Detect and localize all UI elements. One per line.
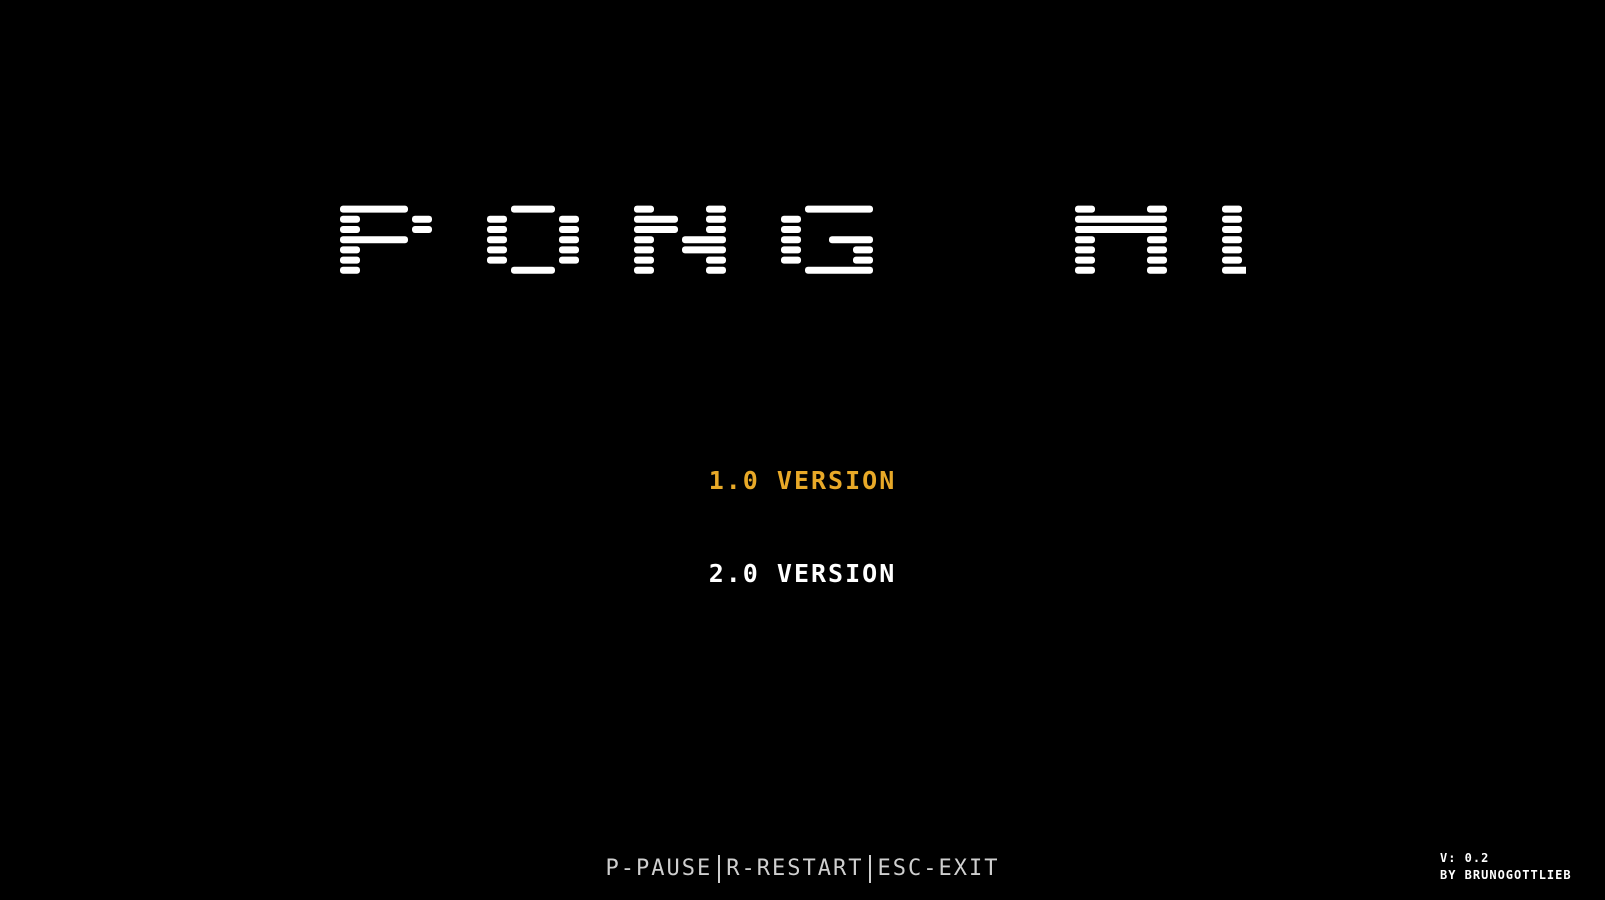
title-pixel-bar: [412, 226, 432, 233]
title-pixel-bar: [682, 236, 726, 244]
title-pixel-bar: [340, 215, 360, 223]
title-pixel-bar: [634, 246, 654, 254]
title-pixel-bar: [340, 236, 408, 244]
title-pixel-bar: [1075, 246, 1095, 254]
title-pixel-bar: [634, 215, 678, 223]
title-pixel-bar: [1075, 215, 1167, 223]
title-pixel-bar: [1075, 236, 1095, 244]
title-pixel-bar: [634, 226, 678, 233]
title-pixel-bar: [1147, 256, 1167, 264]
title-pixel-bar: [781, 256, 801, 264]
title-pixel-bar: [706, 256, 726, 264]
title-pixel-bar: [1222, 246, 1242, 254]
title-pixel-bar: [1075, 226, 1167, 233]
title-pixel-bar: [487, 236, 507, 244]
title-pixel-bar: [634, 256, 654, 264]
title-pixel-bar: [634, 236, 654, 244]
title-pixel-bar: [412, 215, 432, 223]
menu-item-version-1[interactable]: 1.0 VERSION: [0, 466, 1605, 495]
title-pixel-bar: [853, 246, 873, 254]
title-pixel-bar: [340, 205, 408, 213]
divider: [869, 855, 872, 883]
title-pixel-bar: [1075, 266, 1095, 274]
pause-hint: P-PAUSE: [605, 856, 713, 881]
title-pixel-bar: [1222, 205, 1242, 213]
title-pixel-bar: [706, 205, 726, 213]
title-pixel-bar: [805, 266, 873, 274]
restart-hint: R-RESTART: [726, 856, 864, 881]
title-pixel-bar: [1222, 226, 1242, 233]
title-pixel-bar: [706, 266, 726, 274]
title-pixel-bar: [853, 256, 873, 264]
title-pixel-bar: [340, 246, 360, 254]
title-pixel-bar: [1222, 236, 1242, 244]
title-pixel-bar: [1222, 215, 1242, 223]
title-pixel-bar: [511, 266, 555, 274]
title-pixel-bar: [706, 215, 726, 223]
title-pixel-bar: [781, 215, 801, 223]
author-label: BY BRUNOGOTTLIEB: [1440, 868, 1572, 882]
credits: V: 0.2 BY BRUNOGOTTLIEB: [1440, 850, 1572, 884]
title-pixel-bar: [559, 236, 579, 244]
title-pixel-bar: [340, 266, 360, 274]
title-pixel-bar: [559, 256, 579, 264]
title-pixel-bar: [1147, 236, 1167, 244]
title-pixel-bar: [340, 256, 360, 264]
title-pixel-bar: [1075, 256, 1095, 264]
controls-hint: P-PAUSE R-RESTART ESC-EXIT: [0, 855, 1605, 883]
title-pixel-bar: [340, 226, 360, 233]
title-pixel-bar: [781, 246, 801, 254]
title-pixel-bar: [1222, 256, 1242, 264]
title-pixel-bar: [781, 236, 801, 244]
title-pixel-bar: [559, 226, 579, 233]
title-pixel-bar: [1147, 205, 1167, 213]
title-pixel-bar: [682, 246, 726, 254]
title-pixel-bar: [805, 205, 873, 213]
title-pixel-bar: [781, 226, 801, 233]
title-pixel-bar: [511, 205, 555, 213]
title-pixel-bar: [559, 215, 579, 223]
title-pixel-bar: [706, 226, 726, 233]
menu-item-version-2[interactable]: 2.0 VERSION: [0, 559, 1605, 588]
title-pixel-bar: [1147, 246, 1167, 254]
title-pixel-bar: [487, 215, 507, 223]
title-pixel-bar: [487, 246, 507, 254]
game-title-logo: [340, 205, 1246, 274]
exit-hint: ESC-EXIT: [877, 856, 1000, 881]
main-menu-screen: PONG ML 1.0 VERSION 2.0 VERSION P-PAUSE R…: [0, 0, 1605, 900]
title-pixel-bar: [634, 205, 654, 213]
title-pixel-bar: [634, 266, 654, 274]
title-pixel-bar: [487, 226, 507, 233]
title-pixel-bar: [1147, 266, 1167, 274]
game-title: PONG ML: [340, 204, 1246, 316]
title-pixel-bar: [487, 256, 507, 264]
title-pixel-bar: [559, 246, 579, 254]
title-pixel-bar: [829, 236, 873, 244]
version-label: V: 0.2: [1440, 851, 1490, 865]
divider: [718, 855, 721, 883]
title-pixel-bar: [1222, 266, 1246, 274]
title-pixel-bar: [1075, 205, 1095, 213]
